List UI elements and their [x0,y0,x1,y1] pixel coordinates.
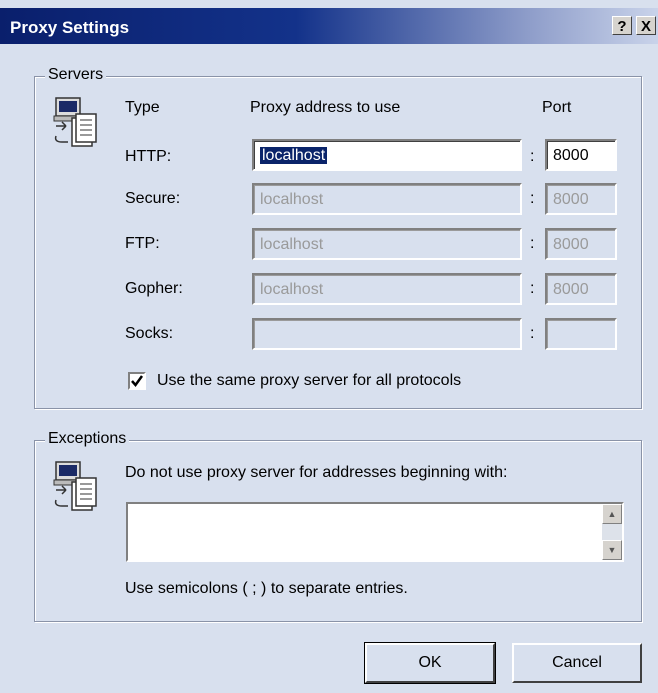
checkmark-icon [131,375,144,388]
address-column-header: Proxy address to use [250,99,401,116]
exceptions-group-label: Exceptions [45,430,130,448]
exceptions-textarea[interactable]: ▲ ▼ [126,502,624,562]
scroll-down-icon[interactable]: ▼ [602,540,622,560]
http-label: HTTP: [125,148,172,165]
same-proxy-label: Use the same proxy server for all protoc… [157,372,462,389]
exceptions-instruction: Do not use proxy server for addresses be… [125,464,508,481]
window-title: Proxy Settings [10,18,130,37]
secure-colon: : [530,190,535,207]
secure-port-input[interactable]: 8000 [545,183,617,215]
gopher-colon: : [530,280,535,297]
gopher-address-input[interactable]: localhost [252,273,522,305]
socks-port-input[interactable] [545,318,617,350]
ftp-address-input[interactable]: localhost [252,228,522,260]
secure-label: Secure: [125,190,181,207]
help-button[interactable]: ? [612,16,632,35]
ftp-colon: : [530,235,535,252]
ok-button[interactable]: OK [364,642,496,684]
close-button[interactable]: X [636,16,656,35]
proxy-settings-dialog: Proxy Settings ? X Servers Type Proxy ad… [0,0,658,693]
http-colon: : [530,148,535,165]
network-computer-icon [53,461,97,511]
network-computer-icon [53,97,97,147]
gopher-label: Gopher: [125,280,183,297]
port-column-header: Port [542,99,572,116]
socks-colon: : [530,325,535,342]
cancel-button[interactable]: Cancel [512,643,642,683]
exceptions-scrollbar[interactable]: ▲ ▼ [602,504,622,560]
http-port-input[interactable]: 8000 [545,139,617,171]
exceptions-hint: Use semicolons ( ; ) to separate entries… [125,580,408,597]
type-column-header: Type [125,99,160,116]
servers-group-label: Servers [45,66,107,84]
title-bar: Proxy Settings ? X [0,8,658,44]
ftp-port-input[interactable]: 8000 [545,228,617,260]
socks-label: Socks: [125,325,174,342]
socks-address-input[interactable] [252,318,522,350]
gopher-port-input[interactable]: 8000 [545,273,617,305]
same-proxy-checkbox[interactable] [128,372,146,390]
secure-address-input[interactable]: localhost [252,183,522,215]
ftp-label: FTP: [125,235,160,252]
scroll-up-icon[interactable]: ▲ [602,504,622,524]
http-address-input[interactable]: localhost [252,139,522,171]
